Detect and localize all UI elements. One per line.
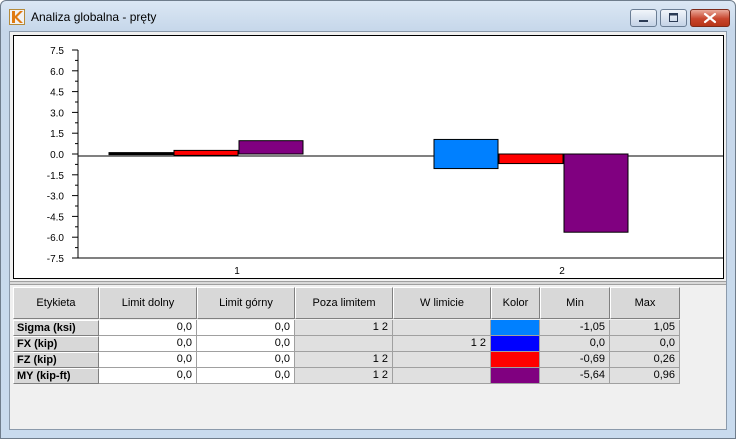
row-label: FX (kip) <box>13 336 99 352</box>
y-tick-label: 3.0 <box>50 108 64 119</box>
outside-cell: 1 2 <box>295 320 393 336</box>
title-bar[interactable]: Analiza globalna - pręty <box>1 1 735 31</box>
row-label: Sigma (ksi) <box>13 320 99 336</box>
window-title: Analiza globalna - pręty <box>31 10 157 24</box>
max-cell: 0,0 <box>610 336 680 352</box>
max-cell: 0,96 <box>610 368 680 384</box>
bar-chart: 7.5 6.0 4.5 3.0 1.5 0.0 -1.5 -3.0 -4.5 -6.0 -7.5 1 2 <box>47 46 723 277</box>
inside-cell <box>393 352 491 368</box>
color-swatch[interactable] <box>491 352 540 368</box>
min-cell: -5,64 <box>540 368 610 384</box>
column-header[interactable]: W limicie <box>393 287 491 319</box>
lower-limit-cell[interactable]: 0,0 <box>99 368 197 384</box>
column-header[interactable]: Etykieta <box>13 287 99 319</box>
chart-panel: 7.5 6.0 4.5 3.0 1.5 0.0 -1.5 -3.0 -4.5 -6.0 -7.5 1 2 <box>13 35 724 279</box>
y-tick-label: 1.5 <box>50 129 64 140</box>
y-tick-label: 0.0 <box>50 150 64 161</box>
lower-limit-cell[interactable]: 0,0 <box>99 336 197 352</box>
y-tick-label: -6.0 <box>47 233 65 244</box>
chart-bar <box>433 138 499 170</box>
chart-bar <box>238 140 304 155</box>
close-icon <box>703 12 717 24</box>
y-tick-label: 7.5 <box>50 46 64 57</box>
y-tick-label: -4.5 <box>47 212 65 223</box>
lower-limit-cell[interactable]: 0,0 <box>99 320 197 336</box>
y-tick-label: -1.5 <box>47 171 65 182</box>
upper-limit-cell[interactable]: 0,0 <box>197 320 295 336</box>
maximize-button[interactable] <box>660 9 687 27</box>
y-tick-label: -7.5 <box>47 254 65 265</box>
app-logo-icon <box>9 9 25 25</box>
maximize-icon <box>669 13 678 22</box>
row-label: FZ (kip) <box>13 352 99 368</box>
y-tick-label: 6.0 <box>50 67 64 78</box>
chart-bar <box>173 149 239 156</box>
x-tick-label: 2 <box>559 266 565 277</box>
column-header[interactable]: Kolor <box>491 287 540 319</box>
row-label: MY (kip-ft) <box>13 368 99 384</box>
upper-limit-cell[interactable]: 0,0 <box>197 352 295 368</box>
column-header[interactable]: Poza limitem <box>295 287 393 319</box>
min-cell: 0,0 <box>540 336 610 352</box>
y-tick-label: 4.5 <box>50 88 64 99</box>
outside-cell <box>295 336 393 352</box>
column-header[interactable]: Limit dolny <box>99 287 197 319</box>
y-tick-label: -3.0 <box>47 192 65 203</box>
panel-splitter[interactable] <box>10 281 726 285</box>
outside-cell: 1 2 <box>295 352 393 368</box>
chart-bar <box>563 153 629 233</box>
close-button[interactable] <box>690 9 730 27</box>
inside-cell <box>393 320 491 336</box>
min-cell: -0,69 <box>540 352 610 368</box>
color-swatch[interactable] <box>491 336 540 352</box>
inside-cell <box>393 368 491 384</box>
max-cell: 1,05 <box>610 320 680 336</box>
inside-cell: 1 2 <box>393 336 491 352</box>
upper-limit-cell[interactable]: 0,0 <box>197 368 295 384</box>
min-cell: -1,05 <box>540 320 610 336</box>
minimize-icon <box>639 20 648 22</box>
x-tick-label: 1 <box>234 266 240 277</box>
column-header[interactable]: Max <box>610 287 680 319</box>
outside-cell: 1 2 <box>295 368 393 384</box>
color-swatch[interactable] <box>491 368 540 384</box>
minimize-button[interactable] <box>630 9 657 27</box>
client-area: 7.5 6.0 4.5 3.0 1.5 0.0 -1.5 -3.0 -4.5 -6.0 -7.5 1 2… <box>9 31 727 430</box>
upper-limit-cell[interactable]: 0,0 <box>197 336 295 352</box>
chart-bar <box>108 152 174 156</box>
column-header[interactable]: Min <box>540 287 610 319</box>
max-cell: 0,26 <box>610 352 680 368</box>
chart-bar <box>498 153 564 165</box>
color-swatch[interactable] <box>491 320 540 336</box>
column-header[interactable]: Limit górny <box>197 287 295 319</box>
app-window: Analiza globalna - pręty 7.5 6.0 4.5 3.0 1.5… <box>0 0 736 439</box>
lower-limit-cell[interactable]: 0,0 <box>99 352 197 368</box>
